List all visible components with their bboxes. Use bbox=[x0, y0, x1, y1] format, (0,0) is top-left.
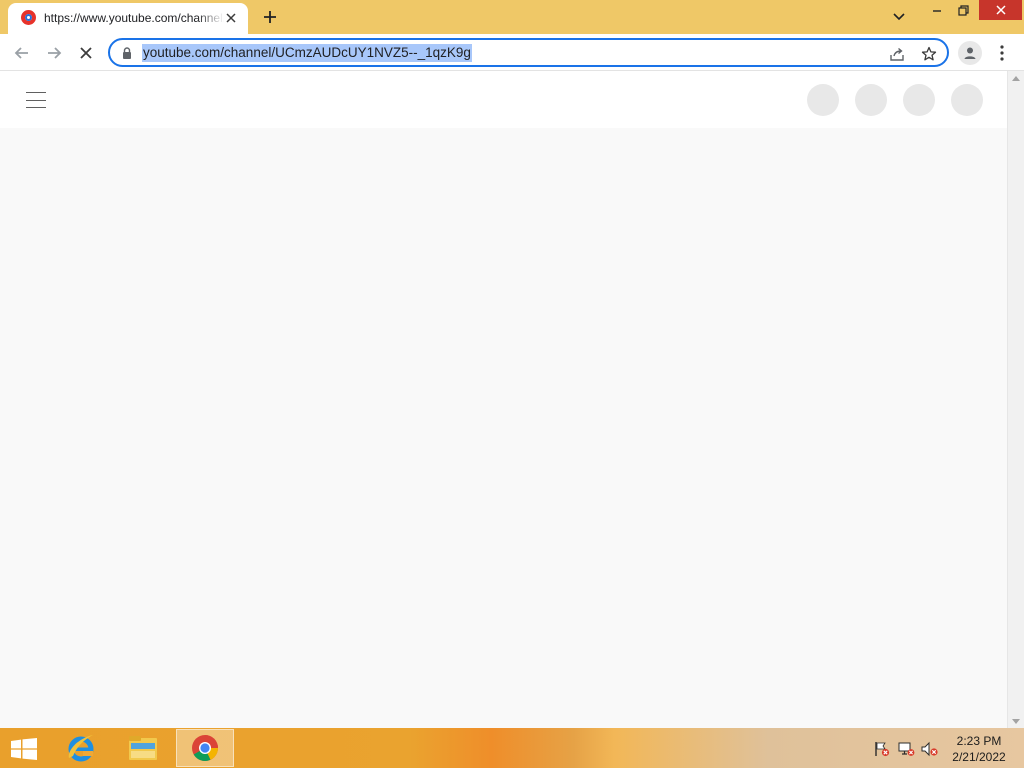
start-button[interactable] bbox=[9, 737, 39, 761]
plus-icon bbox=[264, 11, 276, 23]
restore-button[interactable] bbox=[952, 0, 974, 20]
window-close-button[interactable] bbox=[979, 0, 1022, 20]
internet-explorer-icon bbox=[68, 735, 94, 762]
profile-avatar[interactable] bbox=[958, 41, 982, 65]
hamburger-menu-icon[interactable] bbox=[24, 88, 48, 112]
minimize-button[interactable] bbox=[926, 0, 948, 20]
stop-loading-button[interactable] bbox=[73, 40, 99, 66]
tab-search-button[interactable] bbox=[888, 7, 910, 27]
clock-time: 2:23 PM bbox=[956, 734, 1002, 748]
more-vert-icon bbox=[1000, 45, 1004, 61]
action-center-flag-icon[interactable] bbox=[873, 740, 891, 758]
taskbar-chrome[interactable] bbox=[176, 729, 234, 767]
youtube-header bbox=[0, 71, 1007, 128]
network-icon[interactable] bbox=[897, 740, 915, 758]
browser-toolbar: youtube.com/channel/UCmzAUDcUY1NVZ5--_1q… bbox=[0, 34, 1024, 71]
scroll-down-arrow-icon[interactable] bbox=[1012, 717, 1020, 725]
header-placeholder-circle bbox=[807, 84, 839, 116]
address-bar[interactable]: youtube.com/channel/UCmzAUDcUY1NVZ5--_1q… bbox=[108, 38, 949, 67]
close-icon bbox=[995, 5, 1006, 15]
browser-tab[interactable]: https://www.youtube.com/channel/UCmzAUDc… bbox=[8, 3, 248, 34]
screen: https://www.youtube.com/channel/UCmzAUDc… bbox=[0, 0, 1024, 768]
lock-icon[interactable] bbox=[120, 46, 134, 60]
browser-menu-button[interactable] bbox=[992, 41, 1012, 65]
taskbar-internet-explorer[interactable] bbox=[52, 729, 110, 767]
taskbar-file-explorer[interactable] bbox=[114, 729, 172, 767]
close-icon[interactable] bbox=[222, 9, 240, 27]
share-icon[interactable] bbox=[887, 44, 907, 64]
restore-icon bbox=[957, 4, 969, 16]
scroll-up-arrow-icon[interactable] bbox=[1012, 74, 1020, 82]
forward-button[interactable] bbox=[41, 40, 67, 66]
start-icon bbox=[11, 738, 37, 760]
vertical-scrollbar[interactable] bbox=[1007, 71, 1024, 728]
file-explorer-icon bbox=[129, 736, 157, 760]
back-arrow-icon bbox=[14, 47, 28, 59]
clock-date: 2/21/2022 bbox=[952, 750, 1006, 764]
page-content-area bbox=[0, 128, 1007, 728]
header-placeholder-circle bbox=[855, 84, 887, 116]
chevron-down-icon bbox=[893, 13, 905, 21]
taskbar-clock[interactable]: 2:23 PM 2/21/2022 bbox=[946, 733, 1012, 765]
volume-muted-icon[interactable] bbox=[921, 740, 939, 758]
header-placeholder-circle bbox=[951, 84, 983, 116]
forward-arrow-icon bbox=[48, 47, 62, 59]
chrome-icon bbox=[192, 735, 219, 762]
youtube-loading-icon bbox=[21, 10, 36, 25]
tab-title: https://www.youtube.com/channel/UCmzAUDc… bbox=[44, 11, 224, 25]
new-tab-button[interactable] bbox=[258, 6, 282, 28]
star-icon[interactable] bbox=[919, 44, 939, 64]
header-placeholder-circle bbox=[903, 84, 935, 116]
stop-icon bbox=[80, 47, 92, 59]
back-button[interactable] bbox=[9, 40, 35, 66]
url-text[interactable]: youtube.com/channel/UCmzAUDcUY1NVZ5--_1q… bbox=[142, 44, 472, 62]
windows-taskbar: 2:23 PM 2/21/2022 bbox=[0, 728, 1024, 768]
browser-titlebar: https://www.youtube.com/channel/UCmzAUDc… bbox=[0, 0, 1024, 34]
person-icon bbox=[964, 47, 976, 59]
minimize-icon bbox=[933, 10, 941, 12]
